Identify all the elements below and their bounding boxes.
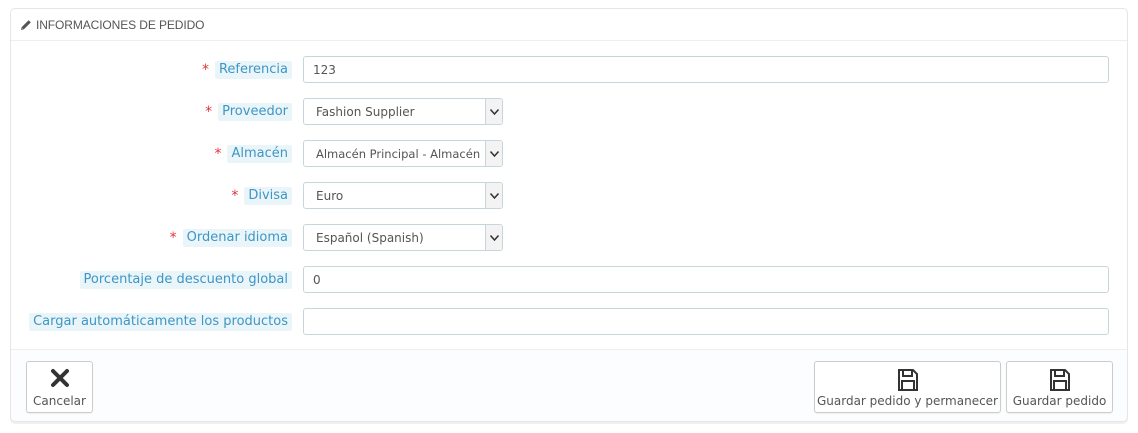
language-select[interactable]: Español (Spanish) (303, 224, 503, 251)
supplier-value: Fashion Supplier (316, 104, 415, 119)
reference-input[interactable]: 123 (303, 56, 1109, 83)
pencil-icon (20, 18, 33, 31)
supplier-label: Proveedor (218, 103, 292, 121)
warehouse-row: * Almacén Almacén Principal - Almacén (11, 140, 1127, 168)
required-marker: * (214, 146, 222, 162)
discount-row: Porcentaje de descuento global 0 (11, 266, 1127, 294)
language-label: Ordenar idioma (182, 229, 292, 247)
cancel-button[interactable]: Cancelar (26, 361, 93, 413)
required-marker: * (205, 104, 213, 120)
supplier-select[interactable]: Fashion Supplier (303, 98, 503, 125)
warehouse-select[interactable]: Almacén Principal - Almacén (303, 140, 503, 167)
discount-input[interactable]: 0 (303, 266, 1109, 293)
panel-heading: INFORMACIONES DE PEDIDO (11, 9, 1127, 41)
warehouse-label: Almacén (227, 145, 292, 163)
save-and-stay-button[interactable]: Guardar pedido y permanecer (814, 361, 1001, 413)
reference-value: 123 (313, 62, 336, 77)
required-marker: * (231, 188, 239, 204)
warehouse-value: Almacén Principal - Almacén (316, 146, 481, 161)
chevron-down-icon[interactable] (485, 141, 502, 166)
currency-select[interactable]: Euro (303, 182, 503, 209)
discount-value: 0 (313, 272, 321, 287)
required-marker: * (169, 230, 177, 246)
required-marker: * (201, 62, 209, 78)
chevron-down-icon[interactable] (485, 99, 502, 124)
autoload-row: Cargar automáticamente los productos (11, 308, 1127, 336)
language-row: * Ordenar idioma Español (Spanish) (11, 224, 1127, 252)
currency-label: Divisa (244, 187, 292, 205)
discount-label: Porcentaje de descuento global (79, 271, 292, 289)
autoload-products-input[interactable] (303, 308, 1109, 335)
save-order-button[interactable]: Guardar pedido (1006, 361, 1113, 413)
save-order-label: Guardar pedido (1012, 394, 1107, 408)
chevron-down-icon[interactable] (485, 183, 502, 208)
close-icon (27, 368, 92, 388)
reference-label: Referencia (214, 61, 292, 79)
save-and-stay-label: Guardar pedido y permanecer (816, 394, 998, 408)
panel-footer: Cancelar Guardar pedido y permanecer Gua… (11, 349, 1127, 421)
autoload-label: Cargar automáticamente los productos (29, 313, 292, 331)
floppy-disk-icon (815, 368, 1000, 392)
supplier-row: * Proveedor Fashion Supplier (11, 98, 1127, 126)
currency-value: Euro (316, 188, 344, 203)
reference-row: * Referencia 123 (11, 56, 1127, 84)
cancel-label: Cancelar (33, 394, 86, 408)
currency-row: * Divisa Euro (11, 182, 1127, 210)
chevron-down-icon[interactable] (485, 225, 502, 250)
order-info-panel: INFORMACIONES DE PEDIDO * Referencia 123… (10, 8, 1128, 422)
language-value: Español (Spanish) (316, 230, 424, 245)
panel-title: INFORMACIONES DE PEDIDO (36, 17, 205, 32)
floppy-disk-icon (1007, 368, 1112, 392)
